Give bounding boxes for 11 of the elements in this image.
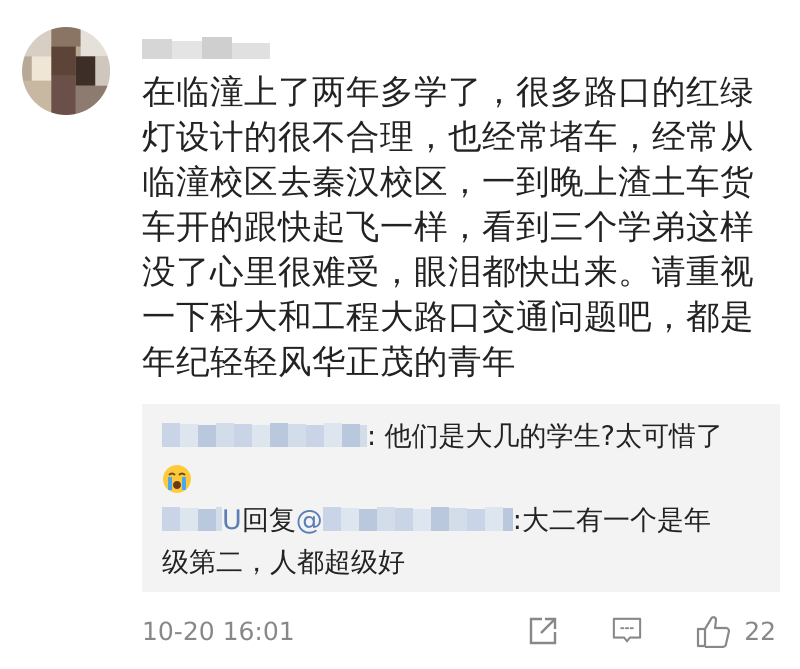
username-fragment[interactable]: U (222, 505, 242, 536)
share-icon[interactable] (528, 616, 558, 646)
reply-label: 回复 (242, 505, 296, 536)
mention-sign[interactable]: @ (296, 505, 323, 536)
reply-text: 级第二，人都超级好 (162, 547, 405, 578)
reply-text: :大二有一个是年 (512, 505, 711, 536)
like-count: 22 (744, 616, 776, 646)
thumbs-up-icon[interactable] (696, 614, 730, 648)
timestamp: 10-20 16:01 (142, 616, 295, 646)
comment-text: 在临潼上了两年多学了，很多路口的红绿灯设计的很不合理，也经常堵车，经常从临潼校区去秦汉校区，一到晚上渣土车货车开的跟快起飞一样，看到三个学弟这样没了心里很难受，眼泪都快出来。请重视一下科大和工程大路口交通问题吧，都是年纪轻轻风华正茂的青年 (142, 71, 755, 383)
reply-text: : 他们是大几的学生?太可惜了 (367, 421, 724, 452)
